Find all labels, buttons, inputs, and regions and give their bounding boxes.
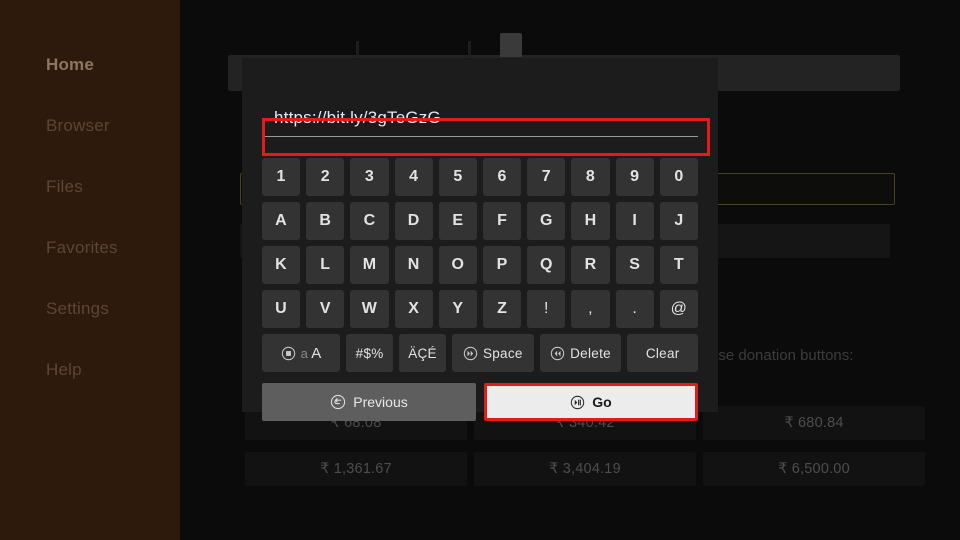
key-4[interactable]: 4 <box>394 158 433 196</box>
sidebar-item-browser[interactable]: Browser <box>46 117 180 134</box>
key-w[interactable]: W <box>350 290 389 328</box>
onscreen-keyboard-dialog: https://bit.ly/3gTeGzG 1 2 3 4 5 6 7 8 9… <box>242 58 718 421</box>
key-symbols[interactable]: #$% <box>346 334 394 372</box>
stop-circle-icon <box>281 346 296 361</box>
key-3[interactable]: 3 <box>350 158 389 196</box>
sidebar-item-help[interactable]: Help <box>46 361 180 378</box>
key-6[interactable]: 6 <box>483 158 522 196</box>
key-p[interactable]: P <box>483 246 522 284</box>
key-2[interactable]: 2 <box>306 158 345 196</box>
key-8[interactable]: 8 <box>571 158 610 196</box>
toolbar-tick <box>468 41 471 57</box>
key-f[interactable]: F <box>483 202 522 240</box>
key-b[interactable]: B <box>306 202 345 240</box>
sidebar-item-files[interactable]: Files <box>46 178 180 195</box>
keyboard-row-aj: A B C D E F G H I J <box>256 202 704 240</box>
toolbar-tick <box>356 41 359 57</box>
key-a[interactable]: A <box>262 202 301 240</box>
key-j[interactable]: J <box>659 202 699 240</box>
key-case-lower-label: a <box>300 345 309 361</box>
key-l[interactable]: L <box>306 246 345 284</box>
browser-tab[interactable] <box>500 33 522 57</box>
key-exclamation[interactable]: ! <box>527 290 566 328</box>
key-m[interactable]: M <box>350 246 389 284</box>
previous-button-label: Previous <box>353 394 408 410</box>
key-c[interactable]: C <box>350 202 389 240</box>
key-space[interactable]: Space <box>451 334 534 372</box>
key-5[interactable]: 5 <box>438 158 478 196</box>
sidebar-item-settings[interactable]: Settings <box>46 300 180 317</box>
price-button[interactable]: ₹ 680.84 <box>703 406 925 440</box>
key-1[interactable]: 1 <box>262 158 301 196</box>
fast-forward-circle-icon <box>463 346 478 361</box>
key-x[interactable]: X <box>394 290 433 328</box>
key-7[interactable]: 7 <box>527 158 566 196</box>
price-button[interactable]: ₹ 6,500.00 <box>703 452 925 486</box>
key-comma[interactable]: , <box>571 290 610 328</box>
keyboard-rows: 1 2 3 4 5 6 7 8 9 0 A B C D E F G H I J … <box>256 158 704 421</box>
key-o[interactable]: O <box>438 246 478 284</box>
key-case-upper-label: A <box>311 344 322 362</box>
key-at[interactable]: @ <box>659 290 699 328</box>
key-n[interactable]: N <box>394 246 433 284</box>
key-delete[interactable]: Delete <box>539 334 622 372</box>
keyboard-row-kt: K L M N O P Q R S T <box>256 246 704 284</box>
donation-note-line2: ) <box>710 366 853 387</box>
rewind-circle-icon <box>550 346 565 361</box>
sidebar-item-favorites[interactable]: Favorites <box>46 239 180 256</box>
key-y[interactable]: Y <box>438 290 478 328</box>
price-row: ₹ 1,361.67 ₹ 3,404.19 ₹ 6,500.00 <box>245 452 925 486</box>
key-toggle-case[interactable]: aA <box>262 334 341 372</box>
key-i[interactable]: I <box>615 202 654 240</box>
previous-button[interactable]: Previous <box>262 383 476 421</box>
key-accents[interactable]: ÄÇÉ <box>399 334 446 372</box>
key-k[interactable]: K <box>262 246 301 284</box>
play-pause-circle-icon <box>570 395 585 410</box>
key-9[interactable]: 9 <box>615 158 654 196</box>
go-button-wrap: Go <box>484 383 698 421</box>
keyboard-row-functions: aA #$% ÄÇÉ Space Delete Clear <box>256 334 704 372</box>
app-root: Home Browser Files Favorites Settings He… <box>0 0 960 540</box>
key-period[interactable]: . <box>615 290 654 328</box>
go-button[interactable]: Go <box>484 383 698 421</box>
sidebar-item-list: Home Browser Files Favorites Settings He… <box>0 0 180 378</box>
donation-note: ase donation buttons: ) <box>710 345 853 387</box>
key-space-label: Space <box>482 345 523 361</box>
key-clear[interactable]: Clear <box>627 334 698 372</box>
keyboard-row-digits: 1 2 3 4 5 6 7 8 9 0 <box>256 158 704 196</box>
key-q[interactable]: Q <box>527 246 566 284</box>
keyboard-action-row: Previous Go <box>256 383 704 421</box>
price-button[interactable]: ₹ 3,404.19 <box>474 452 696 486</box>
key-t[interactable]: T <box>659 246 699 284</box>
key-s[interactable]: S <box>615 246 654 284</box>
url-input-area: https://bit.ly/3gTeGzG <box>256 99 710 156</box>
url-input[interactable]: https://bit.ly/3gTeGzG <box>262 99 698 137</box>
price-button[interactable]: ₹ 1,361.67 <box>245 452 467 486</box>
key-d[interactable]: D <box>394 202 433 240</box>
key-delete-label: Delete <box>570 345 611 361</box>
sidebar-item-home[interactable]: Home <box>46 56 180 73</box>
key-0[interactable]: 0 <box>659 158 699 196</box>
sidebar: Home Browser Files Favorites Settings He… <box>0 0 180 540</box>
donation-note-line1: ase donation buttons: <box>710 347 854 364</box>
key-g[interactable]: G <box>527 202 566 240</box>
key-v[interactable]: V <box>306 290 345 328</box>
go-button-label: Go <box>592 394 612 410</box>
key-z[interactable]: Z <box>483 290 522 328</box>
back-circle-icon <box>330 394 346 410</box>
key-r[interactable]: R <box>571 246 610 284</box>
key-e[interactable]: E <box>438 202 478 240</box>
key-h[interactable]: H <box>571 202 610 240</box>
keyboard-row-uz-symbols: U V W X Y Z ! , . @ <box>256 290 704 328</box>
key-u[interactable]: U <box>262 290 301 328</box>
